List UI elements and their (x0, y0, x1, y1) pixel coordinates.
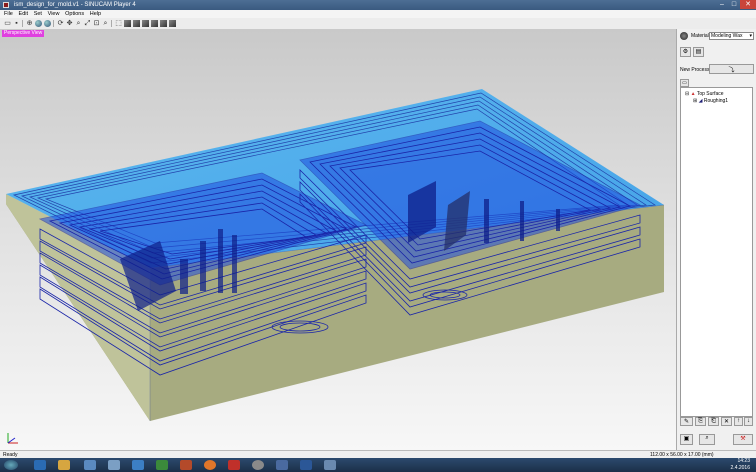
app-icon-4[interactable] (156, 460, 168, 470)
expand-icon[interactable]: ⊟ (685, 91, 689, 97)
app-icon-1[interactable] (84, 460, 96, 470)
window-title: ism_design_for_mold.v1 - SINUCAM Player … (14, 2, 136, 8)
app-icon-6[interactable] (228, 460, 240, 470)
view-front-icon[interactable] (142, 20, 149, 27)
menu-edit[interactable]: Edit (19, 10, 28, 18)
app-icon-8[interactable] (276, 460, 288, 470)
paste-button[interactable]: ⎗ (708, 417, 719, 426)
copy-button[interactable]: ⎘ (695, 417, 706, 426)
material-select-value: Modeling Wax (711, 33, 743, 39)
clock-time: 14:23 (737, 458, 750, 464)
app-icon-7[interactable] (252, 460, 264, 470)
toolbar-separator (22, 20, 23, 27)
clock-date: 2.4.2016 (730, 465, 750, 471)
start-button[interactable] (4, 460, 18, 470)
shade-icon[interactable] (44, 20, 51, 27)
surface-icon: ▲ (690, 91, 696, 97)
clock[interactable]: 14:23 2.4.2016 (731, 458, 750, 472)
explorer-icon[interactable] (58, 460, 70, 470)
app-icon-2[interactable] (108, 460, 120, 470)
tree-item-top-surface[interactable]: ⊟ ▲ Top Surface (685, 91, 724, 97)
word-icon[interactable] (300, 460, 312, 470)
zoom-icon[interactable]: ⌕ (75, 20, 82, 27)
tab-process[interactable]: ▭ (680, 79, 689, 87)
view-right-icon[interactable] (151, 20, 158, 27)
material-icon (680, 32, 688, 40)
document-button[interactable]: ▤ (693, 47, 704, 57)
app-icon-5[interactable] (180, 460, 192, 470)
zoom-fit-icon[interactable]: ⤢ (84, 20, 91, 27)
model-render (6, 89, 665, 421)
save-icon[interactable]: ▪ (13, 20, 20, 27)
delete-button[interactable]: ✕ (721, 417, 732, 426)
add-operation-button[interactable]: ✎ (680, 417, 693, 426)
setup-button[interactable]: ⚙ (680, 47, 691, 57)
view-iso-icon[interactable] (124, 20, 131, 27)
material-label: Material (691, 33, 709, 39)
title-bar: ism_design_for_mold.v1 - SINUCAM Player … (0, 0, 756, 10)
process-panel: Material Modeling Wax ▾ ⚙ ▤ New Process … (676, 29, 756, 450)
menu-options[interactable]: Options (65, 10, 84, 18)
select-icon[interactable]: ⬚ (115, 20, 122, 27)
close-button[interactable]: ✕ (740, 0, 756, 9)
view-top-icon[interactable] (133, 20, 140, 27)
preview-button[interactable]: ⌕ (699, 434, 715, 445)
pan-icon[interactable]: ✥ (66, 20, 73, 27)
view-left-icon[interactable] (160, 20, 167, 27)
zoom-window-icon[interactable]: ⊡ (93, 20, 100, 27)
process-tree[interactable]: ⊟ ▲ Top Surface ⊞ ◢ Roughing1 (680, 87, 753, 417)
app-icon-9[interactable] (324, 460, 336, 470)
move-up-button[interactable]: ↑ (734, 417, 743, 426)
chevron-down-icon: ▾ (749, 33, 752, 39)
maximize-button[interactable]: □ (728, 0, 740, 9)
simulate-button[interactable]: ▣ (680, 434, 693, 445)
menu-help[interactable]: Help (90, 10, 101, 18)
toolbar-separator (111, 20, 112, 27)
app-icon-3[interactable] (132, 460, 144, 470)
ie-icon[interactable] (34, 460, 46, 470)
new-process-label: New Process (680, 67, 710, 73)
move-down-button[interactable]: ↓ (744, 417, 753, 426)
menu-view[interactable]: View (48, 10, 60, 18)
toolpath-icon: ◢ (698, 98, 703, 104)
expand-icon[interactable]: ⊞ (693, 98, 697, 104)
tree-item-roughing[interactable]: ⊞ ◢ Roughing1 (693, 98, 728, 104)
3d-viewport[interactable]: Perspective View (0, 29, 676, 450)
menu-file[interactable]: File (4, 10, 13, 18)
material-select[interactable]: Modeling Wax ▾ (709, 32, 754, 40)
target-icon[interactable]: ⊕ (26, 20, 33, 27)
rotate-icon[interactable] (35, 20, 42, 27)
zoom-out-icon[interactable]: ⌕ (102, 20, 109, 27)
minimize-button[interactable]: – (716, 0, 728, 9)
taskbar: 14:23 2.4.2016 (0, 458, 756, 472)
open-icon[interactable]: ▭ (4, 20, 11, 27)
new-process-button[interactable]: ⤵ (709, 64, 754, 74)
axis-triad-icon (7, 433, 18, 444)
menu-set[interactable]: Set (34, 10, 42, 18)
toolbar-separator (53, 20, 54, 27)
app-icon (3, 2, 9, 8)
firefox-icon[interactable] (204, 460, 216, 470)
orbit-icon[interactable]: ⟳ (57, 20, 64, 27)
mill-button[interactable]: ⚒ (733, 434, 753, 445)
view-back-icon[interactable] (169, 20, 176, 27)
